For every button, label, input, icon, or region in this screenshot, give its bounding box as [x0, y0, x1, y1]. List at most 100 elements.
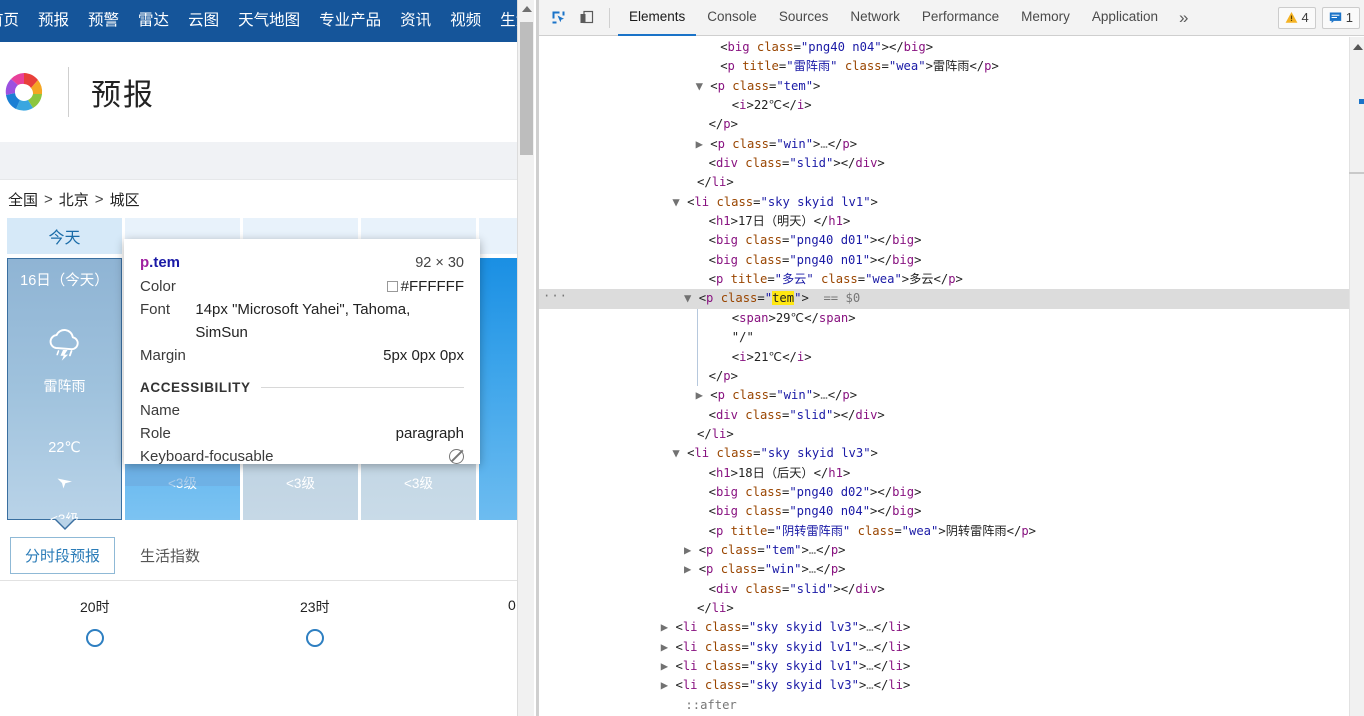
forecast-card-4[interactable]: 20日多30℃: [479, 258, 518, 520]
dom-node-row[interactable]: <p title="多云" class="wea">多云</p>: [539, 270, 1364, 289]
dom-node-row[interactable]: </li>: [539, 173, 1364, 192]
nav-item-1[interactable]: 预报: [38, 0, 69, 42]
sub-tab-0[interactable]: 分时段预报: [10, 536, 116, 574]
nav-item-7[interactable]: 资讯: [400, 0, 431, 42]
tooltip-a11y-focus-label: Keyboard-focusable: [140, 448, 274, 465]
dom-node-row[interactable]: <div class="slid"></div>: [539, 406, 1364, 425]
dom-node-row[interactable]: ▼ <p class="tem"> == $0: [539, 287, 1364, 309]
breadcrumb-province[interactable]: 北京: [59, 189, 89, 210]
warning-count: 4: [1301, 10, 1309, 25]
dom-tree[interactable]: <big class="png40 n04"></big> <p title="雷…: [539, 37, 1364, 716]
dom-token: </: [782, 98, 797, 113]
dom-node-row[interactable]: <div class="slid"></div>: [539, 580, 1364, 599]
nav-item-6[interactable]: 专业产品: [319, 0, 381, 42]
devtools-scrollbar[interactable]: [1349, 37, 1364, 716]
collapse-triangle-icon[interactable]: ▼: [696, 79, 711, 93]
dom-node-row[interactable]: <p title="雷阵雨" class="wea">雷阵雨</p>: [539, 57, 1364, 76]
dom-node-row[interactable]: <big class="png40 n01"></big>: [539, 251, 1364, 270]
expand-triangle-icon[interactable]: ▶: [684, 543, 699, 557]
dom-token: </: [782, 349, 797, 364]
expand-triangle-icon[interactable]: ▶: [696, 137, 711, 151]
dom-token: =: [741, 678, 749, 693]
dom-node-row[interactable]: ▶ <p class="win">…</p>: [539, 135, 1364, 154]
devtools-tab-console[interactable]: Console: [696, 0, 768, 36]
dom-node-row[interactable]: ▶ <p class="win">…</p>: [539, 386, 1364, 405]
dom-node-content: <big class="png40 n04"></big>: [543, 504, 922, 518]
more-tabs-button[interactable]: »: [1169, 3, 1198, 33]
sub-tab-1[interactable]: 生活指数: [125, 536, 216, 574]
devtools-tab-application[interactable]: Application: [1081, 0, 1169, 36]
dom-node-row[interactable]: <big class="png40 d02"></big>: [539, 483, 1364, 502]
inspect-element-icon[interactable]: [545, 6, 571, 30]
dom-node-row[interactable]: </li>: [539, 425, 1364, 444]
nav-item-9[interactable]: 生活: [500, 0, 518, 42]
dom-token: li: [888, 678, 904, 693]
dom-node-row[interactable]: ▶ <p class="tem">…</p>: [539, 541, 1364, 560]
collapse-triangle-icon[interactable]: ▼: [684, 291, 699, 305]
nav-item-8[interactable]: 视频: [450, 0, 481, 42]
nav-item-2[interactable]: 预警: [88, 0, 119, 42]
day-tab-4[interactable]: [479, 218, 518, 254]
dom-token: p: [723, 368, 731, 383]
dom-node-row[interactable]: <div class="slid"></div>: [539, 154, 1364, 173]
dom-node-row[interactable]: ▶ <li class="sky skyid lv3">…</li>: [539, 618, 1364, 637]
nav-item-4[interactable]: 云图: [188, 0, 219, 42]
device-toolbar-icon[interactable]: [573, 6, 599, 30]
dom-node-row[interactable]: ▼ <p class="tem">: [539, 77, 1364, 96]
devtools-tab-memory[interactable]: Memory: [1010, 0, 1081, 36]
devtools-tab-elements[interactable]: Elements: [618, 0, 697, 36]
nav-item-3[interactable]: 雷达: [138, 0, 169, 42]
dom-node-row[interactable]: <p title="阴转雷阵雨" class="wea">阴转雷阵雨</p>: [539, 522, 1364, 541]
dom-node-row[interactable]: ▼ <li class="sky skyid lv3">: [539, 444, 1364, 463]
warning-badge[interactable]: 4: [1277, 6, 1316, 29]
dom-node-row[interactable]: <i>21℃</i>: [539, 347, 1364, 367]
nav-item-0[interactable]: 首页: [0, 0, 19, 42]
devtools-scroll-up-icon[interactable]: [1350, 39, 1364, 54]
dom-token: >: [877, 156, 885, 171]
breadcrumb-district[interactable]: 城区: [110, 189, 140, 210]
page-scrollbar-thumb[interactable]: [520, 22, 533, 155]
dom-node-row[interactable]: <big class="png40 d01"></big>: [539, 231, 1364, 250]
dom-node-row[interactable]: <h1>18日（后天）</h1>: [539, 464, 1364, 483]
dom-node-row[interactable]: <big class="png40 n04"></big>: [539, 502, 1364, 521]
nav-item-5[interactable]: 天气地图: [238, 0, 300, 42]
dom-token: "slid": [789, 407, 834, 422]
page-scrollbar[interactable]: [517, 0, 534, 716]
dom-node-row[interactable]: <big class="png40 n04"></big>: [539, 38, 1364, 57]
dom-token: …: [866, 659, 874, 673]
breadcrumb-country[interactable]: 全国: [8, 189, 38, 210]
scroll-thumb[interactable]: [1349, 172, 1364, 174]
day-tab-0[interactable]: 今天: [7, 218, 122, 254]
dom-node-row[interactable]: <span>29℃</span>: [539, 308, 1364, 329]
expand-triangle-icon[interactable]: ▶: [661, 620, 676, 634]
dom-token: h1: [715, 465, 731, 480]
dom-node-row[interactable]: ▶ <p class="win">…</p>: [539, 560, 1364, 579]
expand-triangle-icon[interactable]: ▶: [684, 562, 699, 576]
devtools-tab-sources[interactable]: Sources: [768, 0, 840, 36]
expand-triangle-icon[interactable]: ▶: [661, 659, 676, 673]
dom-node-row[interactable]: <h1>17日（明天）</h1>: [539, 212, 1364, 231]
expand-triangle-icon[interactable]: ▶: [661, 640, 676, 654]
scroll-up-arrow-icon[interactable]: [518, 0, 535, 17]
dom-node-row[interactable]: ▶ <li class="sky skyid lv3">…</li>: [539, 676, 1364, 695]
collapse-triangle-icon[interactable]: ▼: [672, 446, 687, 460]
dom-node-row[interactable]: </li>: [539, 599, 1364, 618]
dom-node-row[interactable]: ▼ <li class="sky skyid lv1">: [539, 193, 1364, 212]
collapse-triangle-icon[interactable]: ▼: [672, 195, 687, 209]
dom-node-row[interactable]: </p>: [539, 115, 1364, 134]
dom-token: div: [715, 156, 738, 171]
dom-node-row[interactable]: ▶ <li class="sky skyid lv1">…</li>: [539, 657, 1364, 676]
tooltip-tag-name: p: [140, 254, 150, 271]
devtools-tab-performance[interactable]: Performance: [911, 0, 1010, 36]
dom-node-row[interactable]: <i>22℃</i>: [539, 96, 1364, 115]
expand-triangle-icon[interactable]: ▶: [661, 678, 676, 692]
dom-node-row[interactable]: ::after: [539, 696, 1364, 715]
dom-node-row[interactable]: "/": [539, 328, 1364, 348]
dom-token: p: [717, 136, 725, 151]
forecast-card-0[interactable]: 16日（今天） 雷阵雨 22℃ <3级: [7, 258, 122, 530]
dom-node-row[interactable]: </p>: [539, 366, 1364, 387]
expand-triangle-icon[interactable]: ▶: [696, 388, 711, 402]
devtools-tab-network[interactable]: Network: [839, 0, 911, 36]
message-badge[interactable]: 1: [1321, 6, 1360, 29]
dom-node-row[interactable]: ▶ <li class="sky skyid lv1">…</li>: [539, 638, 1364, 657]
